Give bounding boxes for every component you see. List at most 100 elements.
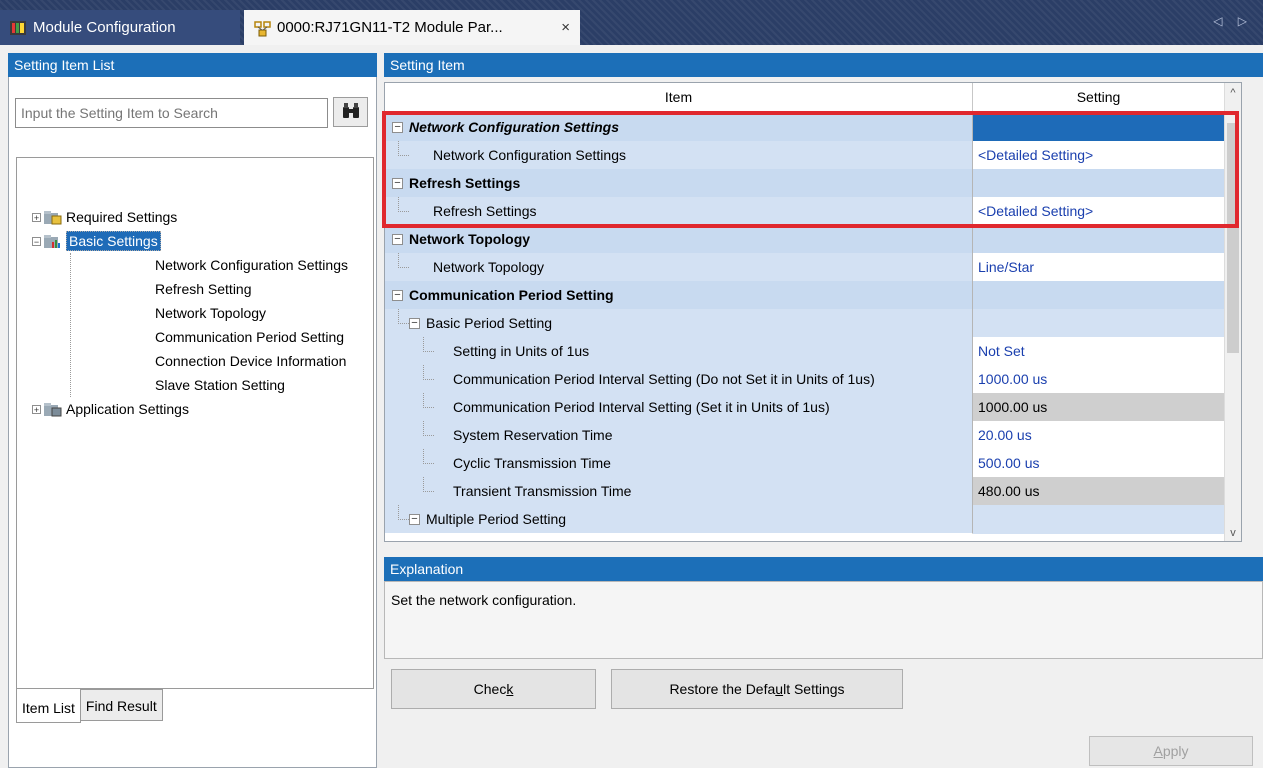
button-label: Chec: [473, 681, 507, 697]
row-label: Setting in Units of 1us: [453, 343, 590, 359]
tree-connector: [423, 448, 434, 464]
grid-row-communication-period-category[interactable]: − Communication Period Setting: [385, 281, 1241, 310]
setting-item-header: Setting Item: [384, 53, 1263, 77]
grid-row-refresh-category[interactable]: − Refresh Settings: [385, 169, 1241, 198]
tree-connector: [423, 476, 434, 492]
grid-row-period-interval-not-1us[interactable]: Communication Period Interval Setting (D…: [385, 364, 1241, 394]
search-input[interactable]: [15, 98, 328, 128]
setting-cell[interactable]: Line/Star: [973, 253, 1241, 282]
close-icon[interactable]: ×: [561, 19, 570, 36]
basic-settings-children: Network Configuration Settings Refresh S…: [70, 253, 348, 397]
setting-cell[interactable]: [973, 505, 1241, 534]
column-header-setting[interactable]: Setting: [973, 83, 1224, 112]
row-label: Refresh Settings: [409, 175, 521, 191]
row-label: Multiple Period Setting: [426, 511, 567, 527]
tree-connector: [423, 336, 434, 352]
explanation-content: Set the network configuration.: [391, 592, 577, 608]
row-label: System Reservation Time: [453, 427, 613, 443]
restore-defaults-button[interactable]: Restore the Defa u lt Settings: [611, 669, 903, 709]
access-key: k: [506, 681, 514, 697]
tree-item-communication-period[interactable]: Communication Period Setting: [110, 325, 348, 349]
tree-node-required-settings[interactable]: + Required Settings: [32, 205, 348, 229]
scrollbar-thumb[interactable]: [1227, 123, 1239, 353]
row-label: Communication Period Interval Setting (D…: [453, 371, 875, 387]
row-label: Refresh Settings: [433, 203, 537, 219]
tab-scroll-arrows[interactable]: ◁ ▷: [1213, 14, 1253, 28]
tab-module-configuration[interactable]: Module Configuration: [0, 10, 240, 45]
setting-item-list-header: Setting Item List: [8, 53, 377, 77]
grid-row-topology[interactable]: Network Topology Line/Star: [385, 252, 1241, 282]
tab-item-list[interactable]: Item List: [16, 689, 81, 723]
tree-connector: [398, 140, 409, 156]
expand-icon[interactable]: +: [32, 404, 41, 414]
column-header-item[interactable]: Item: [385, 83, 973, 112]
grid-row-network-configuration-category[interactable]: − Network Configuration Settings: [385, 113, 1241, 142]
tab-label: Module Configuration: [33, 19, 176, 36]
row-label: Network Configuration Settings: [433, 147, 626, 163]
apply-button[interactable]: Apply: [1089, 736, 1253, 766]
grid-row-period-interval-1us[interactable]: Communication Period Interval Setting (S…: [385, 392, 1241, 422]
collapse-icon[interactable]: −: [32, 236, 41, 246]
collapse-icon[interactable]: −: [409, 317, 420, 329]
search-button[interactable]: [333, 97, 368, 127]
grid-row-cyclic-transmission[interactable]: Cyclic Transmission Time 500.00 us: [385, 448, 1241, 478]
collapse-icon[interactable]: −: [392, 289, 403, 301]
tree-item-network-configuration[interactable]: Network Configuration Settings: [110, 253, 348, 277]
grid-row-multiple-period[interactable]: − Multiple Period Setting: [385, 504, 1241, 534]
tree-item-refresh-setting[interactable]: Refresh Setting: [110, 277, 348, 301]
tree-connector: [398, 504, 409, 520]
collapse-icon[interactable]: −: [392, 177, 403, 189]
grid-row-topology-category[interactable]: − Network Topology: [385, 225, 1241, 254]
tree-node-application-settings[interactable]: + Application Settings: [32, 397, 348, 421]
check-button[interactable]: Chec k: [391, 669, 596, 709]
setting-cell[interactable]: 20.00 us: [973, 421, 1241, 450]
tree-node-basic-settings[interactable]: − Basic Settings: [32, 229, 348, 253]
module-configuration-icon: [10, 20, 26, 35]
collapse-icon[interactable]: −: [409, 513, 420, 525]
setting-cell[interactable]: [973, 309, 1241, 338]
setting-cell[interactable]: [973, 225, 1241, 254]
setting-cell[interactable]: [973, 169, 1241, 198]
tab-module-parameter[interactable]: 0000:RJ71GN11-T2 Module Par... ×: [244, 10, 580, 45]
collapse-icon[interactable]: −: [392, 233, 403, 245]
grid-row-network-configuration[interactable]: Network Configuration Settings <Detailed…: [385, 140, 1241, 170]
folder-settings-icon: [44, 402, 62, 417]
row-label: Communication Period Interval Setting (S…: [453, 399, 830, 415]
tree-connector: [398, 252, 409, 268]
expand-icon[interactable]: +: [32, 212, 41, 222]
setting-cell[interactable]: 500.00 us: [973, 449, 1241, 478]
setting-cell[interactable]: Not Set: [973, 337, 1241, 366]
row-label: Basic Period Setting: [426, 315, 553, 331]
button-label: Restore the Defa: [669, 681, 776, 697]
grid-column-header: Item Setting: [385, 83, 1241, 113]
tree-connector: [423, 392, 434, 408]
tree-connector: [423, 420, 434, 436]
collapse-icon[interactable]: −: [392, 121, 403, 133]
grid-row-units-1us[interactable]: Setting in Units of 1us Not Set: [385, 336, 1241, 366]
scroll-up-icon[interactable]: ^: [1225, 87, 1241, 99]
button-label: lt Settings: [783, 681, 845, 697]
tree-item-slave-station[interactable]: Slave Station Setting: [110, 373, 348, 397]
tree-connector: [398, 308, 409, 324]
grid-scrollbar[interactable]: ^ v: [1224, 83, 1241, 541]
access-key: u: [775, 681, 784, 697]
row-label: Network Topology: [433, 259, 545, 275]
grid-row-refresh[interactable]: Refresh Settings <Detailed Setting>: [385, 196, 1241, 226]
setting-cell[interactable]: [973, 113, 1241, 142]
tree-item-connection-device[interactable]: Connection Device Information: [110, 349, 348, 373]
button-label: pply: [1162, 743, 1189, 759]
setting-cell[interactable]: <Detailed Setting>: [973, 141, 1241, 170]
row-label: Cyclic Transmission Time: [453, 455, 611, 471]
setting-cell[interactable]: <Detailed Setting>: [973, 197, 1241, 226]
scroll-down-icon[interactable]: v: [1225, 527, 1241, 539]
setting-cell[interactable]: 1000.00 us: [973, 365, 1241, 394]
explanation-header: Explanation: [384, 557, 1263, 581]
network-module-icon: [254, 20, 271, 36]
tree-item-network-topology[interactable]: Network Topology: [110, 301, 348, 325]
setting-cell[interactable]: [973, 281, 1241, 310]
tab-find-result[interactable]: Find Result: [79, 689, 163, 721]
grid-row-system-reservation[interactable]: System Reservation Time 20.00 us: [385, 420, 1241, 450]
tree-node-label: Application Settings: [66, 401, 189, 417]
grid-row-transient-transmission[interactable]: Transient Transmission Time 480.00 us: [385, 476, 1241, 506]
grid-row-basic-period[interactable]: − Basic Period Setting: [385, 308, 1241, 338]
